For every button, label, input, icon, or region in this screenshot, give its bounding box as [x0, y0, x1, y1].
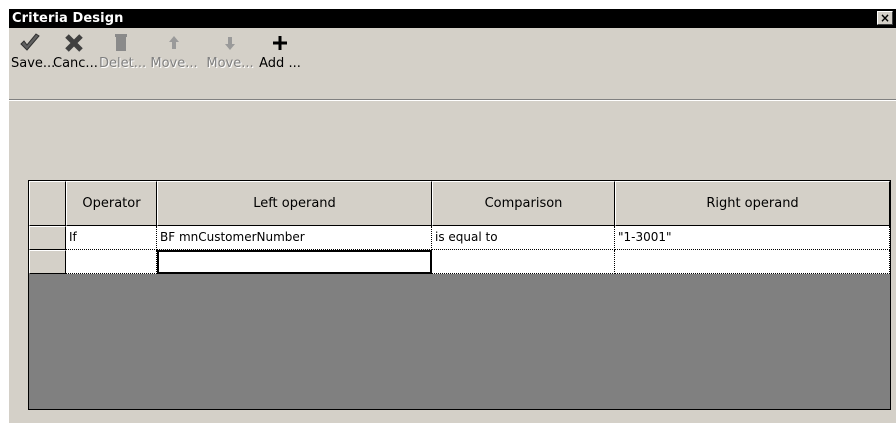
- delete-label: Delet...: [99, 56, 147, 71]
- column-header-left-operand[interactable]: Left operand: [157, 181, 432, 226]
- check-icon: [11, 33, 49, 57]
- move-down-label: Move...: [206, 56, 254, 71]
- delete-button[interactable]: Delet...: [99, 31, 147, 77]
- move-up-label: Move...: [150, 56, 198, 71]
- toolbar: Save... Canc... Delet... Move... Move...: [9, 28, 896, 101]
- arrow-down-icon: [203, 33, 257, 57]
- column-header-right-operand[interactable]: Right operand: [615, 181, 890, 226]
- arrow-up-icon: [147, 33, 201, 57]
- trash-icon: [99, 33, 143, 57]
- cell-comparison[interactable]: is equal to: [432, 226, 615, 250]
- move-down-button[interactable]: Move...: [203, 31, 257, 77]
- column-header-comparison[interactable]: Comparison: [432, 181, 615, 226]
- title-bar: Criteria Design ×: [9, 9, 896, 28]
- add-button[interactable]: Add ...: [259, 31, 301, 77]
- cell-operator[interactable]: If: [66, 226, 157, 250]
- close-button[interactable]: ×: [877, 11, 893, 25]
- cell-left-operand-focused[interactable]: [157, 250, 432, 274]
- criteria-design-window: Criteria Design × Save... Canc... Delet.…: [8, 8, 896, 423]
- criteria-grid[interactable]: Operator Left operand Comparison Right o…: [28, 180, 891, 410]
- cell-right-operand[interactable]: "1-3001": [615, 226, 890, 250]
- cell-operator[interactable]: [66, 250, 157, 274]
- window-title: Criteria Design: [12, 11, 124, 26]
- save-label: Save...: [11, 56, 56, 71]
- toolbar-separator: [9, 100, 896, 101]
- row-header[interactable]: [29, 250, 66, 274]
- save-button[interactable]: Save...: [11, 31, 56, 77]
- cancel-label: Canc...: [53, 56, 98, 71]
- cell-right-operand[interactable]: [615, 250, 890, 274]
- row-header[interactable]: [29, 226, 66, 250]
- column-header-operator[interactable]: Operator: [66, 181, 157, 226]
- plus-icon: [259, 33, 301, 57]
- grid-corner-header[interactable]: [29, 181, 66, 226]
- move-up-button[interactable]: Move...: [147, 31, 201, 77]
- cell-left-operand[interactable]: BF mnCustomerNumber: [157, 226, 432, 250]
- add-label: Add ...: [259, 56, 301, 71]
- x-cancel-icon: [53, 33, 95, 57]
- cell-comparison[interactable]: [432, 250, 615, 274]
- cancel-button[interactable]: Canc...: [53, 31, 98, 77]
- close-icon: ×: [879, 11, 891, 25]
